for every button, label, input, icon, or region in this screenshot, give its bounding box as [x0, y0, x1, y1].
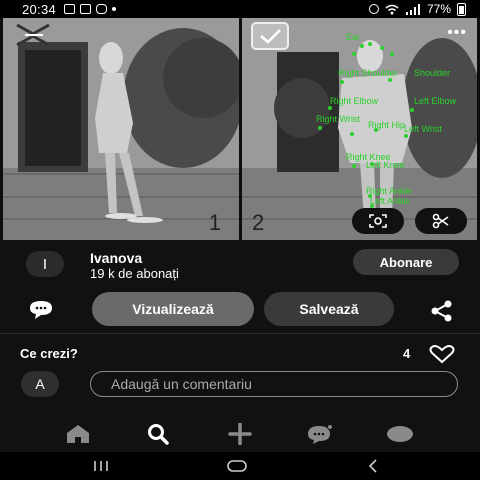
image-number: 2: [252, 210, 265, 235]
keypoint-label: Left Ankle: [370, 196, 410, 206]
comments-title: Ce crezi?: [20, 346, 78, 361]
image-number: 1: [208, 210, 221, 235]
notification-icons: [64, 4, 117, 14]
lens-icon: [369, 214, 387, 228]
comments-section: Ce crezi? 4 A: [0, 334, 480, 414]
creator-avatar[interactable]: I: [26, 251, 64, 277]
keypoint-label: Right Hip: [368, 120, 405, 130]
messages-icon: [308, 424, 333, 444]
mail-icon: [80, 4, 92, 14]
action-row: Vizualizează Salvează: [0, 288, 480, 333]
select-checkbox[interactable]: [251, 22, 289, 50]
back-icon: [368, 459, 377, 473]
visual-search-button[interactable]: [352, 208, 404, 234]
wifi-icon: [385, 4, 399, 14]
follower-count: 19 k de abonați: [90, 266, 179, 281]
share-icon: [431, 300, 452, 322]
bottom-navigation: [0, 414, 480, 452]
check-icon: [260, 29, 281, 44]
nav-messages[interactable]: [304, 422, 336, 446]
signal-icon: [405, 3, 420, 15]
save-button[interactable]: Salvează: [264, 292, 394, 326]
status-bar: 20:34 77%: [0, 0, 480, 18]
annotated-photo: Ear Right Shoulder Shoulder Right Elbow …: [242, 18, 477, 240]
follow-button[interactable]: Abonare: [353, 249, 459, 275]
recents-button[interactable]: [86, 457, 116, 475]
keypoint-label: Right Ankle: [366, 186, 412, 196]
original-image[interactable]: 1: [3, 18, 239, 240]
back-button[interactable]: [358, 457, 388, 475]
heart-icon: [429, 345, 455, 364]
status-right: 77%: [368, 2, 466, 16]
nav-home[interactable]: [62, 422, 94, 446]
instagram-icon: [96, 4, 108, 14]
comment-button[interactable]: [27, 299, 55, 321]
nav-create[interactable]: [224, 422, 256, 446]
more-notifications-icon: [112, 7, 117, 11]
system-navigation: [0, 452, 480, 480]
creator-name[interactable]: Ivanova: [90, 250, 142, 266]
view-button[interactable]: Vizualizează: [92, 292, 254, 326]
image-comparison: 1 Ear Right Shoulder Shoulder Right Elbo…: [0, 18, 480, 240]
home-button[interactable]: [222, 457, 252, 475]
nav-search[interactable]: [142, 422, 174, 446]
battery-icon: [457, 2, 466, 16]
battery-percent: 77%: [426, 2, 451, 16]
close-button[interactable]: [13, 23, 53, 47]
recents-icon: [94, 461, 108, 471]
creator-row: I Ivanova 19 k de abonați Abonare: [0, 240, 480, 288]
comment-input[interactable]: [90, 371, 458, 397]
speech-bubble-icon: [30, 301, 52, 319]
plus-icon: [228, 423, 252, 445]
home-circle-icon: [227, 460, 247, 472]
profile-avatar-icon: [387, 426, 413, 442]
original-photo: [3, 18, 239, 240]
keypoint-label: Left Knee: [366, 160, 405, 170]
keypoint-label: Ear: [346, 32, 360, 42]
cutout-button[interactable]: [415, 208, 467, 234]
status-time: 20:34: [22, 1, 57, 17]
annotated-image[interactable]: Ear Right Shoulder Shoulder Right Elbow …: [242, 18, 477, 240]
home-icon: [67, 425, 89, 443]
search-icon: [148, 424, 169, 445]
nav-profile[interactable]: [384, 422, 416, 446]
alarm-icon: [368, 4, 379, 14]
user-avatar[interactable]: A: [21, 371, 59, 397]
share-button[interactable]: [428, 298, 456, 324]
keypoint-label: Left Wrist: [404, 124, 442, 134]
more-options-icon[interactable]: •••: [447, 24, 467, 42]
keypoint-label: Left Elbow: [414, 96, 457, 106]
close-icon: [16, 23, 50, 47]
keypoint-label: Shoulder: [414, 68, 450, 78]
keypoint-label: Right Wrist: [316, 114, 360, 124]
like-button[interactable]: [428, 344, 456, 364]
gallery-icon: [64, 4, 76, 14]
keypoint-label: Right Elbow: [330, 96, 379, 106]
scissors-icon: [432, 213, 449, 229]
like-count: 4: [403, 346, 411, 361]
keypoint-label: Right Shoulder: [338, 68, 398, 78]
